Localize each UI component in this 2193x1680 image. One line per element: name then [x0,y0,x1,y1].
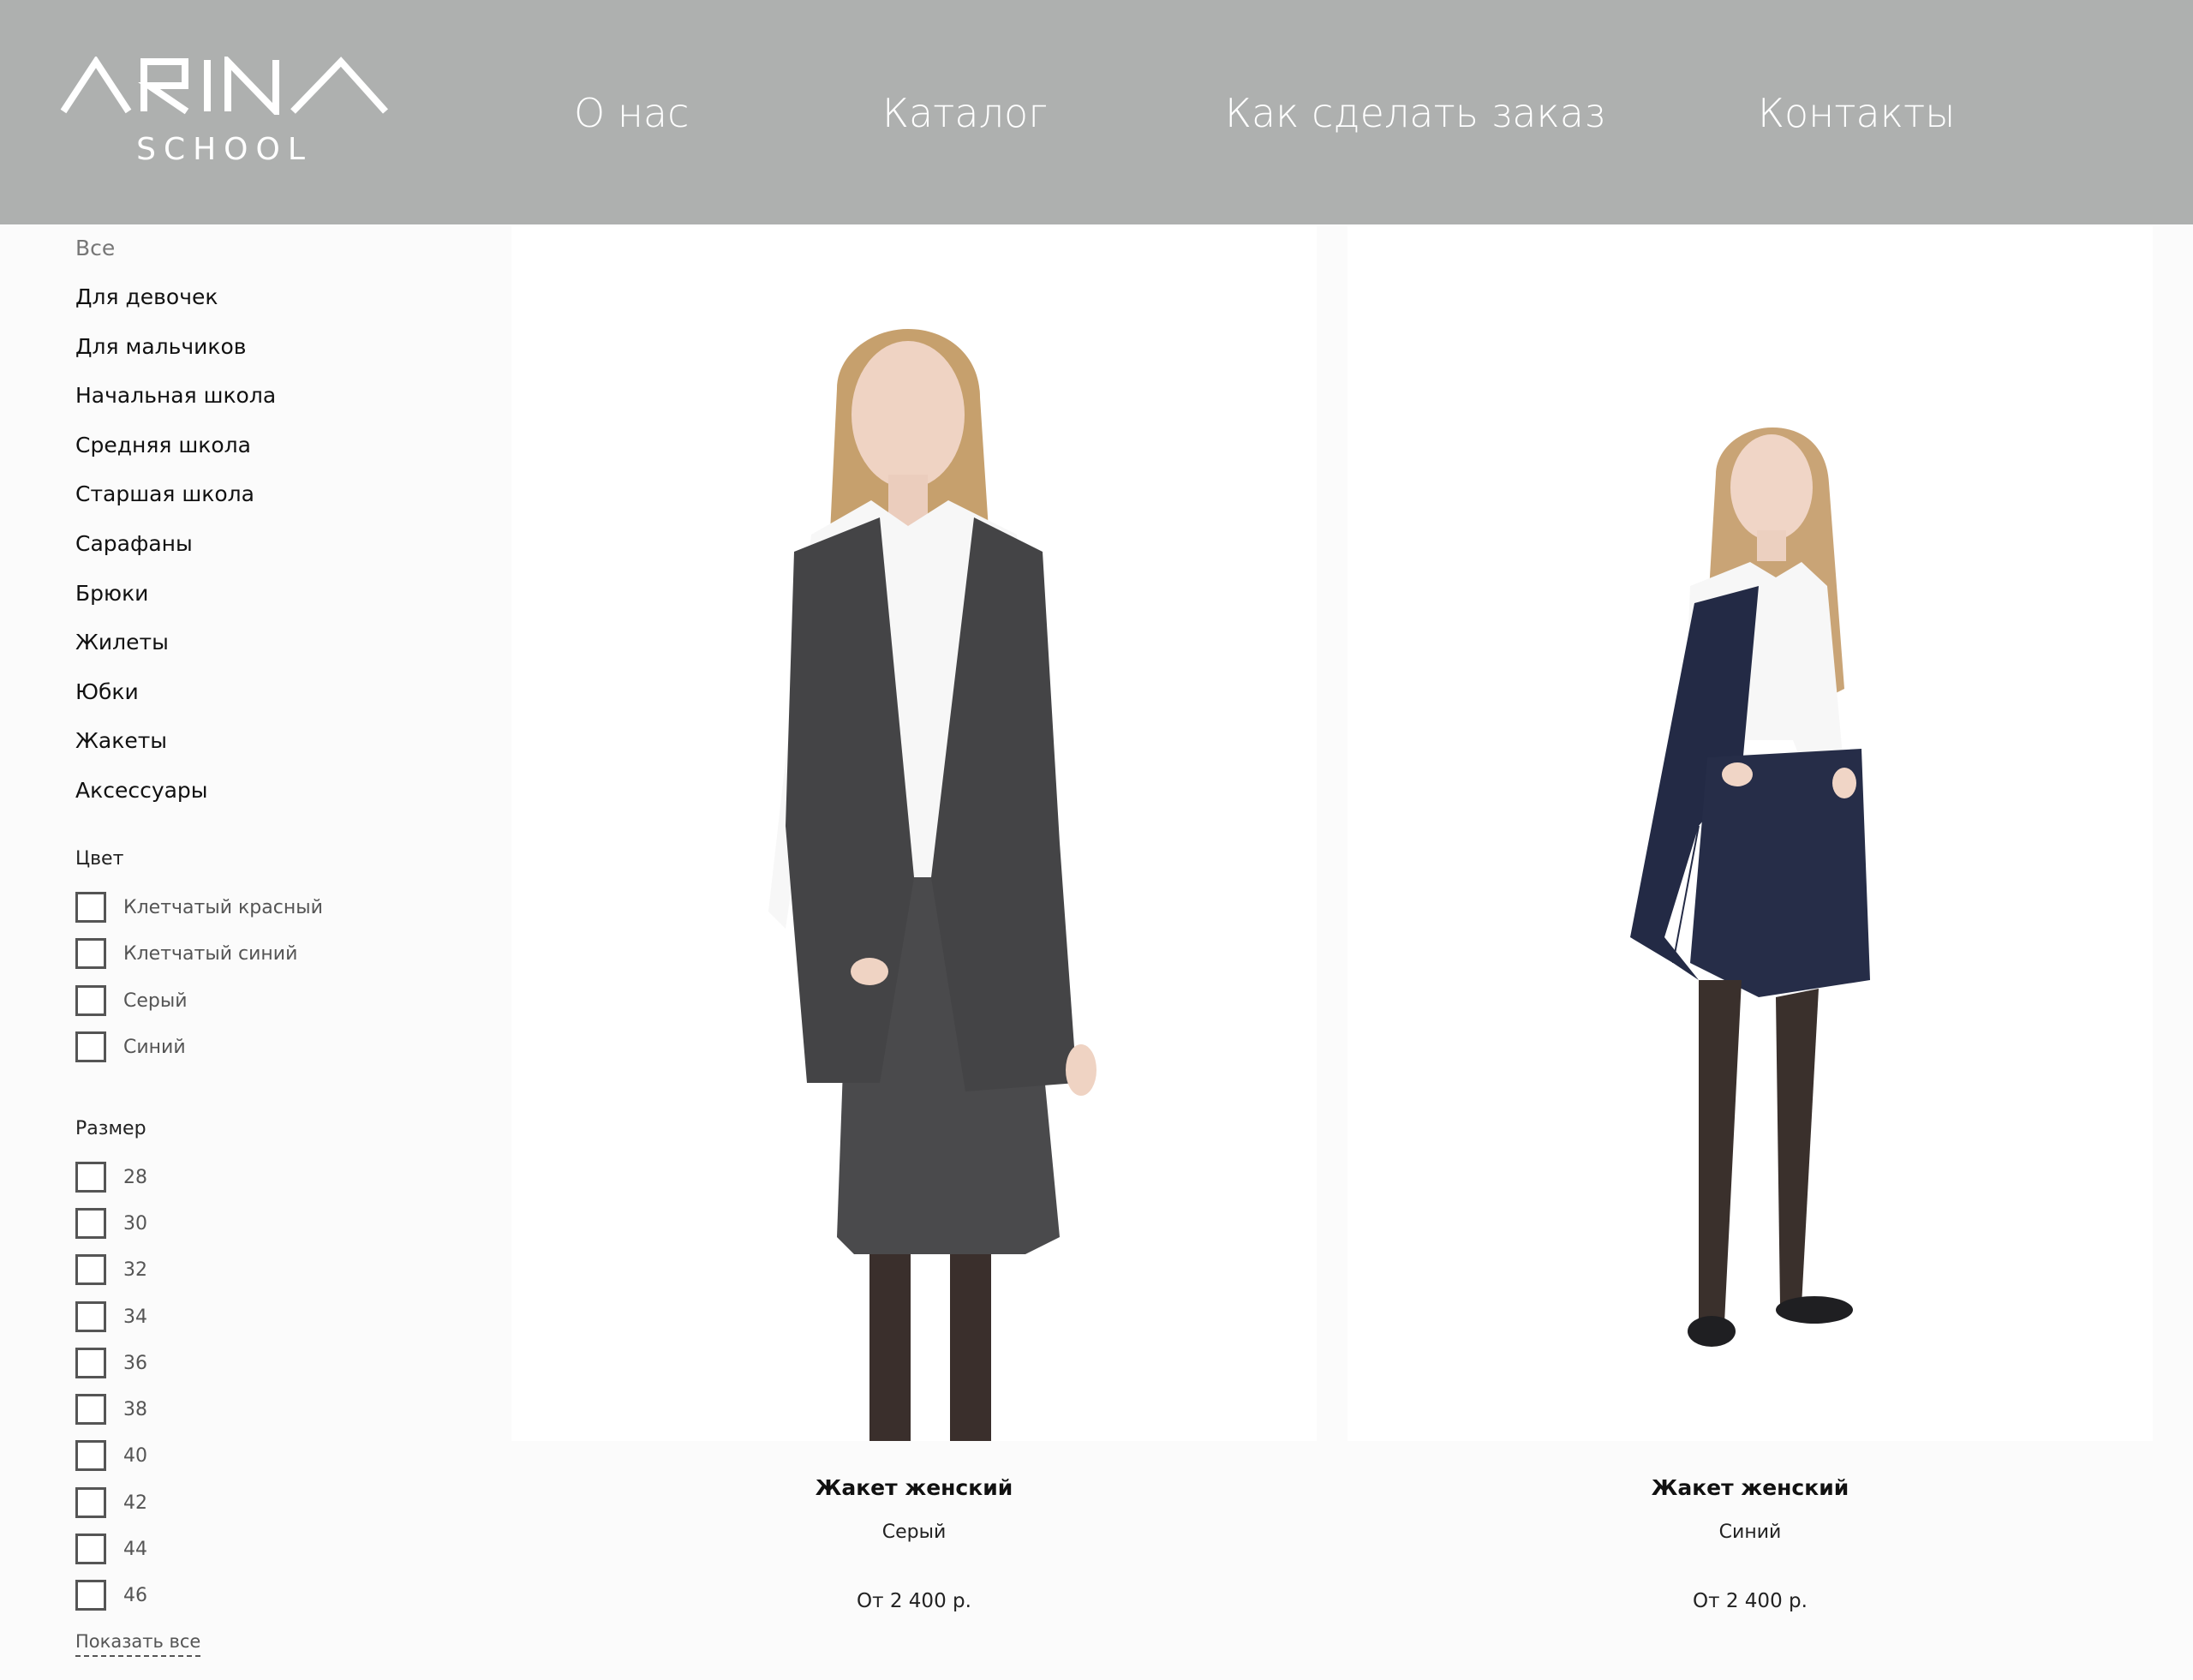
size-filter-title: Размер [75,1118,146,1139]
checkbox[interactable] [75,1348,106,1378]
product-card[interactable]: Жакет женский Серый От 2 400 р. [511,226,1317,1665]
size-option-42[interactable]: 42 [75,1487,147,1518]
checkbox[interactable] [75,1031,106,1062]
site-logo[interactable]: SCHOOL [60,57,389,170]
color-option-blue[interactable]: Синий [75,1031,186,1062]
checkbox[interactable] [75,1301,106,1332]
product-price: От 2 400 р. [857,1590,971,1612]
checkbox[interactable] [75,985,106,1016]
checkbox[interactable] [75,1394,106,1425]
category-girls[interactable]: Для девочек [75,283,218,312]
size-option-label: 40 [123,1444,147,1467]
category-all[interactable]: Все [75,234,115,263]
nav-how-to-order[interactable]: Как сделать заказ [1225,86,1605,146]
size-option-label: 30 [123,1212,147,1235]
checkbox[interactable] [75,1254,106,1285]
checkbox[interactable] [75,1208,106,1239]
checkbox[interactable] [75,1580,106,1611]
checkbox[interactable] [75,1162,106,1193]
site-header: SCHOOL О нас Каталог Как сделать заказ К… [0,0,2193,224]
category-middle-school[interactable]: Средняя школа [75,431,251,460]
show-all-sizes-link[interactable]: Показать все [75,1629,201,1657]
category-skirts[interactable]: Юбки [75,678,139,707]
size-option-label: 44 [123,1538,147,1560]
checkbox[interactable] [75,938,106,969]
color-option-label: Серый [123,989,188,1012]
size-option-label: 34 [123,1306,147,1328]
size-option-40[interactable]: 40 [75,1440,147,1471]
category-sundresses[interactable]: Сарафаны [75,529,193,559]
category-boys[interactable]: Для мальчиков [75,332,247,362]
nav-contacts[interactable]: Контакты [1758,86,1955,146]
checkbox[interactable] [75,892,106,923]
size-option-label: 38 [123,1398,147,1420]
product-name[interactable]: Жакет женский [1347,1475,2153,1500]
size-option-46[interactable]: 46 [75,1580,147,1611]
product-photo-image [511,226,1317,1441]
color-option-label: Синий [123,1036,186,1058]
product-photo[interactable] [511,226,1317,1441]
product-photo[interactable] [1347,226,2153,1441]
color-option-checkered-blue[interactable]: Клетчатый синий [75,938,297,969]
size-option-34[interactable]: 34 [75,1301,147,1332]
category-jackets[interactable]: Жакеты [75,726,167,756]
filter-sidebar: Все Для девочек Для мальчиков Начальная … [0,224,480,1680]
size-option-label: 28 [123,1166,147,1188]
product-card[interactable]: Жакет женский Синий От 2 400 р. [1347,226,2153,1665]
category-high-school[interactable]: Старшая школа [75,480,254,509]
logo-subtitle: SCHOOL [136,132,313,167]
category-trousers[interactable]: Брюки [75,579,148,608]
checkbox[interactable] [75,1534,106,1564]
product-color: Серый [881,1522,947,1543]
nav-catalog[interactable]: Каталог [882,86,1048,146]
color-filter-title: Цвет [75,848,124,870]
logo-wordmark-icon [60,57,388,115]
checkbox[interactable] [75,1440,106,1471]
size-option-38[interactable]: 38 [75,1394,147,1425]
product-price: От 2 400 р. [1693,1590,1808,1612]
size-option-36[interactable]: 36 [75,1348,147,1378]
color-option-checkered-red[interactable]: Клетчатый красный [75,892,323,923]
size-option-label: 36 [123,1352,147,1374]
size-option-32[interactable]: 32 [75,1254,147,1285]
color-option-label: Клетчатый красный [123,896,323,918]
product-photo-image [1347,226,2153,1441]
product-name[interactable]: Жакет женский [511,1475,1317,1500]
color-option-grey[interactable]: Серый [75,985,188,1016]
nav-about[interactable]: О нас [574,86,689,146]
category-primary-school[interactable]: Начальная школа [75,381,276,410]
color-option-label: Клетчатый синий [123,942,298,965]
size-option-label: 46 [123,1584,147,1606]
size-option-44[interactable]: 44 [75,1534,147,1564]
category-accessories[interactable]: Аксессуары [75,776,208,805]
size-option-label: 42 [123,1492,147,1514]
size-option-30[interactable]: 30 [75,1208,147,1239]
size-option-28[interactable]: 28 [75,1162,147,1193]
size-option-label: 32 [123,1259,147,1281]
product-color: Синий [1718,1522,1782,1543]
checkbox[interactable] [75,1487,106,1518]
category-vests[interactable]: Жилеты [75,628,169,657]
